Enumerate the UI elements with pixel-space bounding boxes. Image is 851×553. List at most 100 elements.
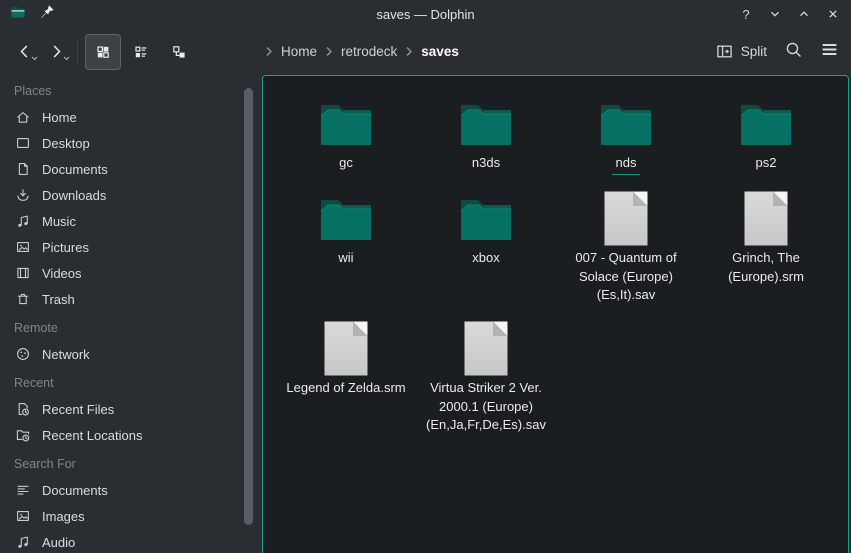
- back-history-caret-icon[interactable]: [31, 48, 38, 66]
- item-icon-box: [458, 94, 514, 152]
- recent-file-icon: [15, 401, 31, 417]
- sidebar-item-home[interactable]: Home: [0, 104, 262, 130]
- icons-view-button[interactable]: [85, 34, 121, 70]
- item-label: ps2: [756, 154, 777, 173]
- music-note-icon: [15, 534, 31, 550]
- minimize-button[interactable]: [767, 6, 783, 22]
- folder-item-wii[interactable]: wii: [276, 189, 416, 319]
- sidebar-item-label: Pictures: [42, 240, 89, 255]
- sidebar-item-audio[interactable]: Audio: [0, 529, 262, 553]
- sidebar-item-videos[interactable]: Videos: [0, 260, 262, 286]
- item-icon-box: [458, 189, 514, 247]
- split-button[interactable]: Split: [716, 43, 767, 60]
- item-label: xbox: [472, 249, 499, 268]
- file-item-legend-of-zelda-srm[interactable]: Legend of Zelda.​srm: [276, 319, 416, 449]
- file-item-grinch-the-europe-srm[interactable]: Grinch, The (Europe).​srm: [696, 189, 836, 319]
- titlebar[interactable]: saves — Dolphin ?: [0, 0, 851, 28]
- window-title: saves — Dolphin: [0, 7, 851, 22]
- sidebar-item-music[interactable]: Music: [0, 208, 262, 234]
- sidebar-item-label: Audio: [42, 535, 75, 550]
- breadcrumb-home[interactable]: Home: [281, 44, 317, 59]
- dolphin-window: saves — Dolphin ?: [0, 0, 851, 553]
- folder-item-xbox[interactable]: xbox: [416, 189, 556, 319]
- desktop-icon: [15, 135, 31, 151]
- folder-item-nds[interactable]: nds: [556, 94, 696, 189]
- forward-history-caret-icon[interactable]: [63, 48, 70, 66]
- split-button-label: Split: [741, 44, 767, 59]
- view-mode-group: [85, 34, 197, 70]
- sidebar-item-recent-files[interactable]: Recent Files: [0, 396, 262, 422]
- places-panel: PlacesHomeDesktop Documents Downloads Music…: [0, 75, 262, 553]
- item-icon-box: [598, 94, 654, 152]
- sidebar-item-network[interactable]: Network: [0, 341, 262, 367]
- sidebar-scrollbar[interactable]: [244, 88, 253, 525]
- sidebar-item-documents[interactable]: Documents: [0, 477, 262, 503]
- item-label: n3ds: [472, 154, 500, 173]
- item-label: Legend of Zelda.​srm: [286, 379, 405, 398]
- sidebar-item-label: Recent Files: [42, 402, 114, 417]
- folder-icon: [318, 100, 374, 146]
- sidebar-item-trash[interactable]: Trash: [0, 286, 262, 312]
- download-icon: [15, 187, 31, 203]
- folder-icon: [458, 100, 514, 146]
- folder-icon: [318, 195, 374, 241]
- breadcrumb-chevron-icon: [404, 46, 414, 57]
- file-icon: [604, 191, 648, 246]
- sidebar-item-downloads[interactable]: Downloads: [0, 182, 262, 208]
- music-note-icon: [15, 213, 31, 229]
- file-grid: gc n3ds nds ps2 wii xbox 007 - Quantum o…: [276, 94, 836, 449]
- trash-icon: [15, 291, 31, 307]
- sidebar-item-label: Trash: [42, 292, 75, 307]
- text-lines-icon: [15, 482, 31, 498]
- folder-view[interactable]: gc n3ds nds ps2 wii xbox 007 - Quantum o…: [262, 75, 849, 553]
- folder-icon: [458, 195, 514, 241]
- search-icon[interactable]: [784, 40, 803, 64]
- folder-icon: [598, 100, 654, 146]
- help-button[interactable]: ?: [738, 6, 754, 22]
- hamburger-icon[interactable]: [820, 40, 839, 64]
- film-icon: [15, 265, 31, 281]
- forward-button[interactable]: [40, 36, 72, 68]
- item-icon-box: [318, 189, 374, 247]
- network-icon: [15, 346, 31, 362]
- breadcrumb-saves[interactable]: saves: [421, 44, 459, 59]
- sidebar-item-label: Downloads: [42, 188, 106, 203]
- sidebar-item-recent-locations[interactable]: Recent Locations: [0, 422, 262, 448]
- sidebar-section-title: Places: [0, 78, 262, 104]
- file-icon: [324, 321, 368, 376]
- sidebar-section-title: Remote: [0, 315, 262, 341]
- close-button[interactable]: [825, 6, 841, 22]
- sidebar-item-label: Music: [42, 214, 76, 229]
- folder-item-n3ds[interactable]: n3ds: [416, 94, 556, 189]
- details-view-button[interactable]: [123, 34, 159, 70]
- dolphin-folder-icon: [10, 4, 26, 25]
- breadcrumb-retrodeck[interactable]: retrodeck: [341, 44, 397, 59]
- sidebar-item-pictures[interactable]: Pictures: [0, 234, 262, 260]
- sidebar-item-label: Documents: [42, 483, 108, 498]
- item-label: Virtua Striker 2 Ver.​ 2000.​1 (Europe) …: [425, 379, 547, 435]
- pin-icon[interactable]: [40, 4, 55, 24]
- sidebar-item-label: Documents: [42, 162, 108, 177]
- file-icon: [744, 191, 788, 246]
- folder-item-gc[interactable]: gc: [276, 94, 416, 189]
- toolbar: Home retrodeck saves Split: [0, 28, 851, 75]
- item-icon-box: [324, 319, 368, 377]
- sidebar-item-images[interactable]: Images: [0, 503, 262, 529]
- file-item-virtua-striker-2-ver-2000-1-europe-en-ja-fr-de-es-sav[interactable]: Virtua Striker 2 Ver.​ 2000.​1 (Europe) …: [416, 319, 556, 449]
- maximize-button[interactable]: [796, 6, 812, 22]
- sidebar-section-title: Recent: [0, 370, 262, 396]
- document-icon: [15, 161, 31, 177]
- sidebar-item-desktop[interactable]: Desktop: [0, 130, 262, 156]
- toolbar-separator: [77, 38, 78, 65]
- sidebar-item-label: Recent Locations: [42, 428, 142, 443]
- folder-icon: [738, 100, 794, 146]
- sidebar-item-documents[interactable]: Documents: [0, 156, 262, 182]
- breadcrumb-chevron-icon: [264, 46, 274, 57]
- tree-view-button[interactable]: [161, 34, 197, 70]
- item-icon-box: [738, 94, 794, 152]
- item-label: Grinch, The (Europe).​srm: [705, 249, 827, 286]
- file-item-007-quantum-of-solace-europe-es-it-sav[interactable]: 007 - Quantum of Solace (Europe) (Es,It)…: [556, 189, 696, 319]
- item-label: nds: [612, 154, 641, 175]
- folder-item-ps2[interactable]: ps2: [696, 94, 836, 189]
- back-button[interactable]: [8, 36, 40, 68]
